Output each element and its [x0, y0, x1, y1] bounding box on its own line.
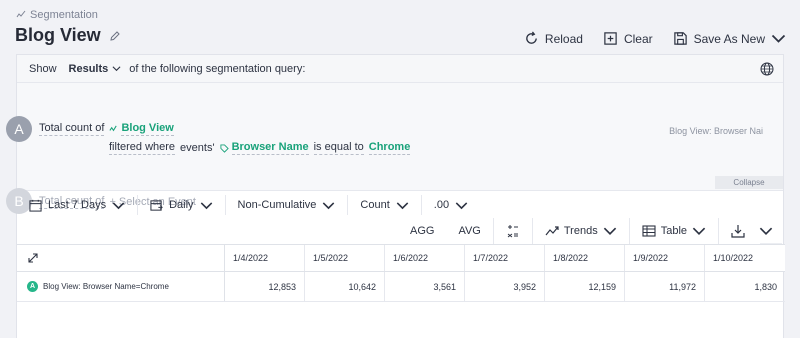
filter-operator[interactable]: is equal to — [313, 141, 364, 155]
show-suffix: of the following segmentation query: — [129, 62, 306, 75]
interval-select[interactable]: Daily — [138, 195, 226, 215]
query-panel: Show Results of the following segmentati… — [6, 54, 785, 338]
query-builder: A Total count of Blog View filtered wher… — [6, 83, 783, 214]
save-icon — [673, 32, 687, 45]
tag-icon — [220, 143, 229, 153]
date-range-value: Last 7 Days — [48, 199, 107, 211]
table-icon — [642, 225, 656, 237]
collapse-button[interactable]: Collapse — [715, 176, 783, 189]
formula-button[interactable] — [492, 218, 532, 244]
clear-button[interactable]: Clear — [603, 31, 653, 46]
cumulative-select[interactable]: Non-Cumulative — [226, 195, 349, 215]
value-cell: 11,972 — [625, 272, 705, 301]
trends-label: Trends — [563, 225, 598, 237]
chevron-down-icon — [603, 227, 616, 235]
show-bar: Show Results of the following segmentati… — [17, 55, 783, 83]
table-view-select[interactable]: Table — [628, 218, 718, 244]
expand-header-cell — [17, 245, 225, 271]
measure-select[interactable]: Count — [348, 195, 422, 215]
avg-button[interactable]: AVG — [446, 218, 492, 244]
agg-button[interactable]: AGG — [398, 218, 446, 244]
save-as-new-button[interactable]: Save As New — [673, 31, 786, 46]
value-cell: 10,642 — [305, 272, 385, 301]
value-cell: 1,830 — [754, 281, 777, 292]
page-title-wrap: Blog View — [15, 25, 121, 46]
row-label-cell: A Blog View: Browser Name=Chrome — [17, 272, 225, 301]
date-header[interactable]: 1/6/2022 — [385, 245, 465, 271]
interval-value: Daily — [169, 199, 194, 211]
events-word: events' — [180, 142, 215, 154]
chevron-down-icon — [771, 34, 786, 43]
query-a-badge: A — [6, 116, 32, 142]
query-a-aggregation[interactable]: Total count of — [39, 122, 105, 136]
value-cell: 3,561 — [385, 272, 465, 301]
clear-icon — [604, 32, 617, 45]
edit-pencil-icon[interactable] — [109, 30, 121, 42]
date-header[interactable]: 1/8/2022 — [545, 245, 625, 271]
chevron-down-icon — [455, 201, 468, 209]
cumulative-value: Non-Cumulative — [237, 199, 317, 211]
segmentation-icon — [16, 10, 26, 18]
row-label-text: Blog View: Browser Name=Chrome — [43, 282, 169, 291]
query-a-summary: Blog View: Browser Nai — [669, 126, 763, 136]
query-a-filter-line: filtered where events' Browser Name is e… — [109, 141, 411, 155]
query-a-event-label: Blog View — [121, 122, 174, 136]
date-range-select[interactable]: Last 7 Days — [17, 195, 139, 215]
save-as-new-label: Save As New — [693, 31, 765, 46]
interval-calendar-icon — [150, 199, 163, 211]
download-select[interactable] — [718, 218, 785, 244]
breadcrumb-label: Segmentation — [30, 9, 98, 21]
chevron-down-icon — [692, 227, 706, 235]
clear-label: Clear — [623, 31, 653, 46]
date-header[interactable]: 1/5/2022 — [305, 245, 385, 271]
query-a-event[interactable]: Blog View — [109, 122, 174, 136]
chart-controls: Last 7 Days Daily Non-Cumulative Count .… — [17, 191, 785, 219]
reload-icon — [526, 31, 537, 44]
chevron-down-icon — [112, 66, 121, 72]
chevron-down-icon — [759, 227, 773, 235]
results-table: 1/4/2022 1/5/2022 1/6/2022 1/7/2022 1/8/… — [17, 244, 785, 302]
filter-value[interactable]: Chrome — [368, 141, 411, 155]
filter-keyword[interactable]: filtered where — [109, 141, 176, 155]
header-actions: Reload Clear Save As New — [524, 31, 786, 46]
breadcrumb[interactable]: Segmentation — [16, 9, 98, 21]
globe-icon[interactable] — [760, 62, 774, 76]
table-view-label: Table — [660, 225, 687, 237]
table-row: A Blog View: Browser Name=Chrome 12,853 … — [17, 272, 785, 302]
download-icon — [731, 225, 745, 238]
show-label: Show — [29, 62, 57, 75]
date-header[interactable]: 1/4/2022 — [225, 245, 305, 271]
reload-button[interactable]: Reload — [524, 31, 583, 46]
row-label: A Blog View: Browser Name=Chrome — [27, 281, 169, 292]
filter-property-label: Browser Name — [231, 141, 309, 155]
measure-value: Count — [360, 199, 390, 211]
results-select-value: Results — [68, 62, 109, 75]
chevron-down-icon — [200, 201, 212, 209]
event-icon — [109, 125, 118, 131]
formula-icon — [507, 225, 518, 238]
table-header-row: 1/4/2022 1/5/2022 1/6/2022 1/7/2022 1/8/… — [17, 244, 785, 272]
decimals-select[interactable]: .00 — [422, 195, 480, 215]
chevron-down-icon — [396, 201, 409, 209]
value-cell: 12,159 — [545, 272, 625, 301]
trend-line-icon — [545, 226, 559, 236]
trends-select[interactable]: Trends — [531, 218, 629, 244]
results-select[interactable]: Results — [69, 63, 122, 75]
value-cell: 12,853 — [225, 272, 305, 301]
date-header[interactable]: 1/7/2022 — [465, 245, 545, 271]
date-header[interactable]: 1/9/2022 — [625, 245, 705, 271]
chevron-down-icon — [112, 201, 125, 209]
expand-arrows-icon[interactable] — [27, 252, 39, 264]
page-title: Blog View — [15, 25, 101, 45]
decimals-value: .00 — [433, 199, 450, 211]
filter-property[interactable]: Browser Name — [220, 141, 309, 155]
value-cell: 3,952 — [465, 272, 545, 301]
reload-label: Reload — [544, 31, 583, 46]
query-a-line: Total count of Blog View — [39, 122, 174, 136]
chevron-down-icon — [323, 201, 335, 209]
calendar-icon — [29, 199, 42, 212]
date-header[interactable]: 1/10/2022 — [705, 245, 785, 271]
row-series-badge: A — [27, 281, 38, 292]
view-toolbar: AGG AVG Trends Table — [17, 218, 785, 244]
